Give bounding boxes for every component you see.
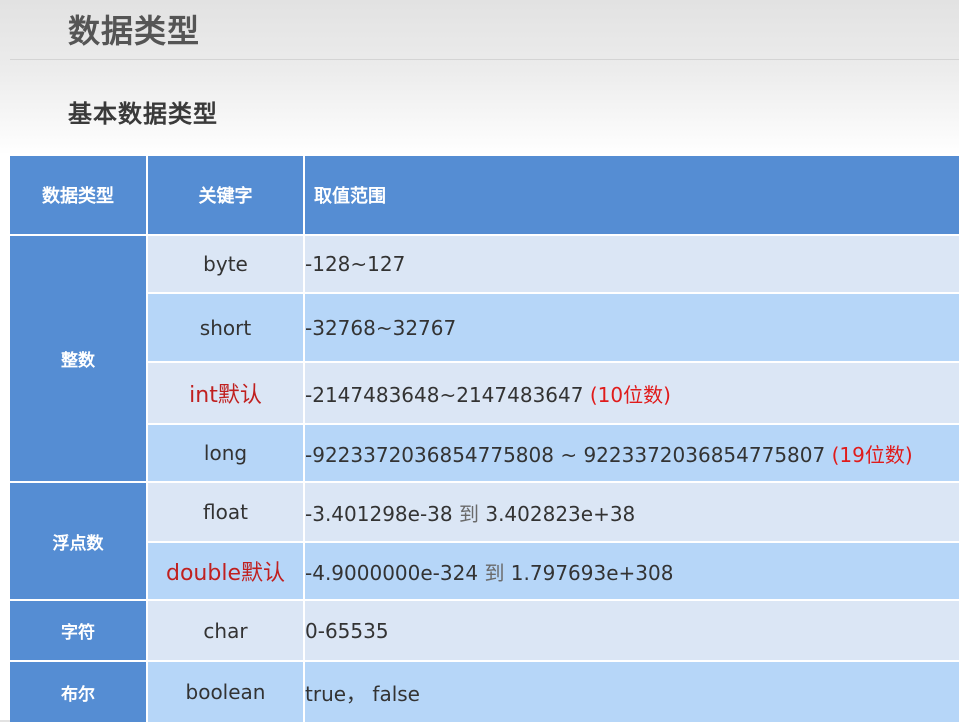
keyword-cell: double默认 [147,541,305,600]
data-types-table: 数据类型 关键字 取值范围 整数 byte -128~127 short -32… [10,156,959,722]
column-header-type: 数据类型 [10,156,148,235]
column-header-range: 取值范围 [304,156,959,235]
range-cell: -2147483648~2147483647 (10位数) [304,361,959,424]
range-cell: -128~127 [304,234,959,293]
group-cell-bool: 布尔 [10,660,148,722]
range-min: -3.401298e-38 [305,501,453,526]
table-row: 布尔 boolean true， false [10,660,959,722]
keyword-cell: float [147,481,305,542]
table-row: double默认 -4.9000000e-324 到 1.797693e+308 [10,541,959,600]
digit-count-note: (10位数) [589,382,671,407]
column-header-keyword: 关键字 [147,156,305,235]
group-cell-float: 浮点数 [10,481,148,600]
table-header-row: 数据类型 关键字 取值范围 [10,156,959,235]
table-row: short -32768~32767 [10,292,959,362]
keyword-cell: int默认 [147,361,305,424]
table-row: 字符 char 0-65535 [10,599,959,661]
range-value: -2147483648~2147483647 [305,382,584,407]
title-divider [10,59,959,60]
keyword-cell: long [147,423,305,482]
table-row: long -9223372036854775808 ~ 922337203685… [10,423,959,482]
range-to: 到 [458,501,479,526]
keyword-cell: short [147,292,305,362]
keyword-cell: char [147,599,305,661]
range-cell: 0-65535 [304,599,959,661]
keyword-cell: boolean [147,660,305,722]
range-max: 3.402823e+38 [485,501,636,526]
table-row: 浮点数 float -3.401298e-38 到 3.402823e+38 [10,481,959,600]
table-row: 整数 byte -128~127 [10,234,959,482]
table-row: int默认 -2147483648~2147483647 (10位数) [10,361,959,424]
range-cell: true， false [304,660,959,722]
section-title: 基本数据类型 [68,100,218,128]
group-cell-char: 字符 [10,599,148,661]
range-max: 1.797693e+308 [510,560,674,585]
range-cell: -9223372036854775808 ~ 92233720368547758… [304,423,959,482]
page-title: 数据类型 [68,12,201,50]
digit-count-note: (19位数) [831,442,913,467]
range-value: -9223372036854775808 ~ 92233720368547758… [305,442,826,467]
range-cell: -4.9000000e-324 到 1.797693e+308 [304,541,959,600]
group-cell-integer: 整数 [10,234,148,482]
range-min: -4.9000000e-324 [305,560,479,585]
range-to: 到 [484,560,505,585]
range-cell: -32768~32767 [304,292,959,362]
range-cell: -3.401298e-38 到 3.402823e+38 [304,481,959,542]
keyword-cell: byte [147,234,305,293]
